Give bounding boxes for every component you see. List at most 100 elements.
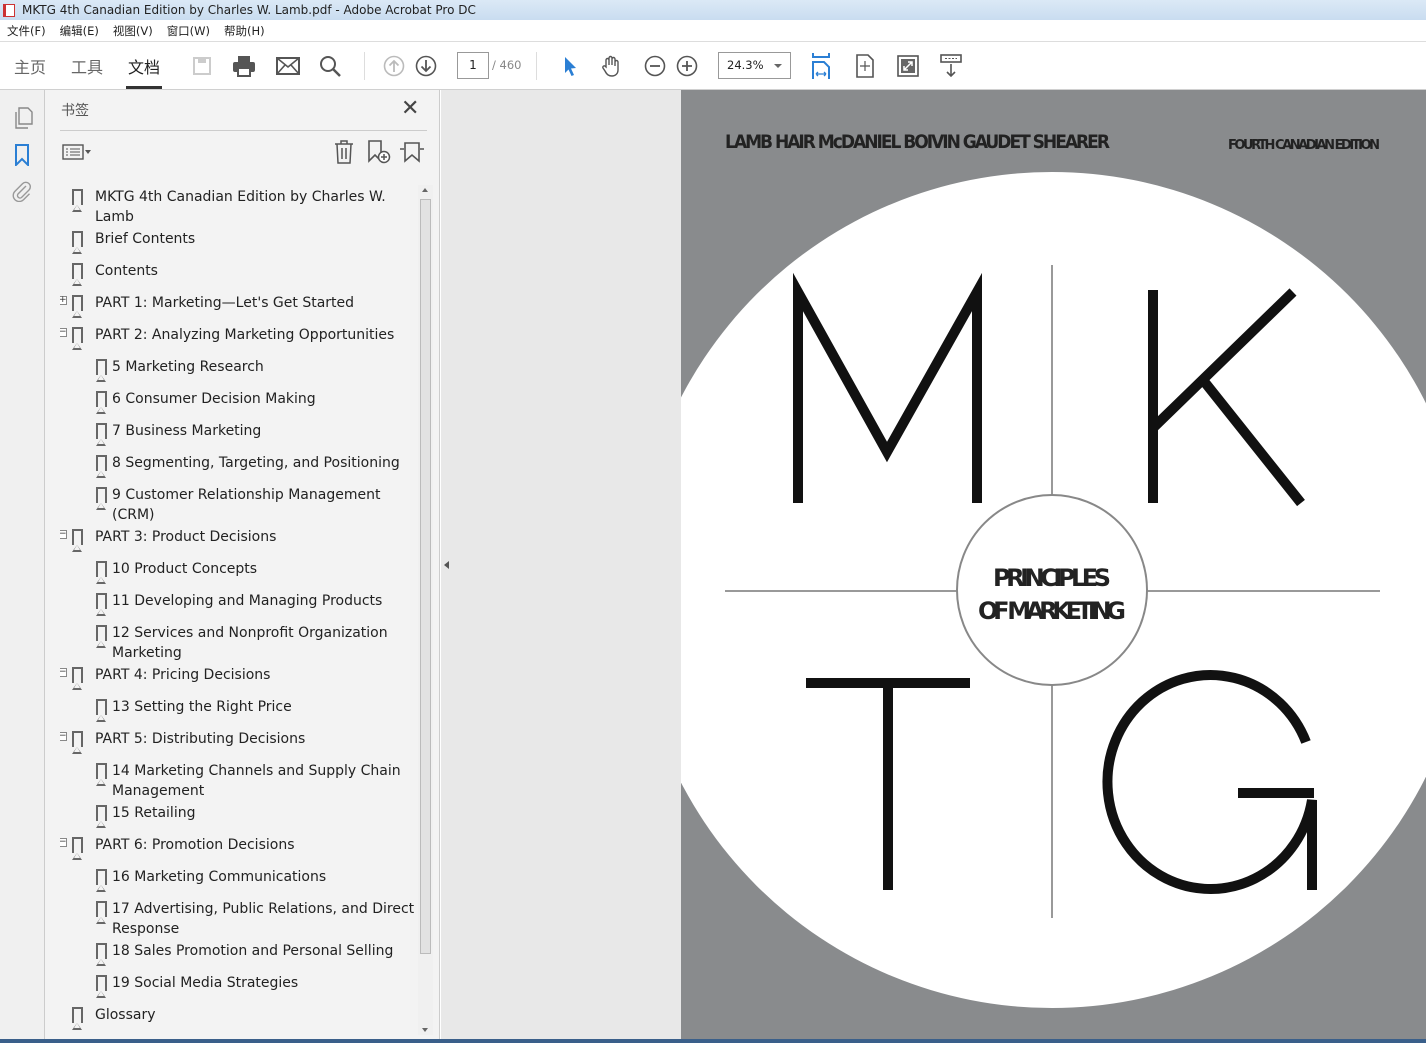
bookmark-item[interactable]: 19 Social Media Strategies — [60, 971, 418, 1003]
save-icon[interactable] — [188, 42, 216, 90]
bookmark-item[interactable]: − PART 2: Analyzing Marketing Opportuniti… — [60, 323, 418, 355]
bookmark-item[interactable]: 9 Customer Relationship Management (CRM) — [60, 483, 418, 525]
expand-icon[interactable]: + — [60, 296, 67, 305]
bookmark-item[interactable]: 6 Consumer Decision Making — [60, 387, 418, 419]
select-tool-icon[interactable] — [558, 42, 582, 90]
menu-help[interactable]: 帮助(H) — [224, 20, 265, 41]
menu-view[interactable]: 视图(V) — [113, 20, 153, 41]
cover-edition: FOURTH CANADIAN EDITION — [1228, 138, 1380, 153]
bookmark-item[interactable]: 12 Services and Nonprofit Organization M… — [60, 621, 418, 663]
bookmark-item[interactable]: MKTG 4th Canadian Edition by Charles W. … — [60, 185, 418, 227]
bookmark-item[interactable]: 5 Marketing Research — [60, 355, 418, 387]
bookmark-icon — [96, 869, 107, 892]
bookmark-item[interactable]: − PART 5: Distributing Decisions — [60, 727, 418, 759]
tab-tools[interactable]: 工具 — [69, 42, 105, 90]
bookmark-item[interactable]: 13 Setting the Right Price — [60, 695, 418, 727]
bookmark-icon — [96, 625, 107, 648]
bookmarks-icon[interactable] — [14, 144, 30, 169]
bookmark-item[interactable]: 16 Marketing Communications — [60, 865, 418, 897]
bookmark-icon — [72, 667, 83, 690]
bookmark-label: PART 4: Pricing Decisions — [95, 667, 271, 683]
bookmark-label: 11 Developing and Managing Products — [112, 593, 383, 609]
bookmark-list: MKTG 4th Canadian Edition by Charles W. … — [60, 185, 418, 1035]
collapse-icon[interactable]: − — [60, 668, 67, 677]
toolbar: 主页 工具 文档 1 / 460 24.3% — [0, 42, 1426, 90]
cover-subtitle-2: OF MARKETING — [978, 597, 1126, 625]
hand-tool-icon[interactable] — [598, 42, 626, 90]
bookmark-label: 6 Consumer Decision Making — [112, 391, 316, 407]
bookmark-icon — [72, 231, 83, 254]
bookmark-icon — [96, 805, 107, 828]
previous-page-icon[interactable] — [381, 42, 407, 90]
zoom-out-icon[interactable] — [642, 42, 668, 90]
tab-document[interactable]: 文档 — [126, 42, 162, 89]
collapse-icon[interactable]: − — [60, 328, 67, 337]
email-icon[interactable] — [274, 42, 302, 90]
search-icon[interactable] — [316, 42, 344, 90]
expand-bookmark-icon[interactable] — [399, 140, 425, 167]
bookmark-scrollbar[interactable] — [418, 185, 433, 1035]
cover-subtitle-1: PRINCIPLES — [993, 564, 1111, 592]
bookmark-item[interactable]: 11 Developing and Managing Products — [60, 589, 418, 621]
bookmark-item[interactable]: Glossary — [60, 1003, 418, 1035]
collapse-icon[interactable]: − — [60, 838, 67, 847]
menu-file[interactable]: 文件(F) — [7, 20, 46, 41]
bookmark-item[interactable]: 8 Segmenting, Targeting, and Positioning — [60, 451, 418, 483]
bookmark-label: 16 Marketing Communications — [112, 869, 327, 885]
bookmark-item[interactable]: − PART 4: Pricing Decisions — [60, 663, 418, 695]
bookmark-icon — [96, 763, 107, 786]
zoom-in-icon[interactable] — [674, 42, 700, 90]
collapse-pane-icon[interactable] — [444, 561, 449, 569]
bookmark-label: 17 Advertising, Public Relations, and Di… — [112, 901, 415, 937]
page-number-input[interactable]: 1 — [457, 52, 489, 79]
bookmark-icon — [96, 391, 107, 414]
bookmark-label: PART 2: Analyzing Marketing Opportunitie… — [95, 327, 395, 343]
bookmark-icon — [96, 423, 107, 446]
attachments-icon[interactable] — [12, 180, 32, 205]
fit-width-icon[interactable] — [808, 42, 834, 90]
bookmark-label: 9 Customer Relationship Management (CRM) — [112, 487, 381, 523]
bookmark-item[interactable]: 14 Marketing Channels and Supply Chain M… — [60, 759, 418, 801]
menu-edit[interactable]: 编辑(E) — [60, 20, 99, 41]
bookmark-label: Brief Contents — [95, 231, 196, 247]
bookmark-label: 15 Retailing — [112, 805, 196, 821]
full-screen-icon[interactable] — [895, 42, 921, 90]
pdf-icon — [3, 4, 15, 17]
zoom-select[interactable]: 24.3% — [718, 52, 791, 79]
menu-window[interactable]: 窗口(W) — [167, 20, 210, 41]
bookmark-item[interactable]: 18 Sales Promotion and Personal Selling — [60, 939, 418, 971]
bookmark-label: PART 3: Product Decisions — [95, 529, 277, 545]
fit-page-icon[interactable] — [852, 42, 878, 90]
bookmark-item[interactable]: + PART 1: Marketing—Let's Get Started — [60, 291, 418, 323]
bookmark-icon — [72, 529, 83, 552]
cover-art: LAMB HAIR McDANIEL BOIVIN GAUDET SHEARER… — [681, 131, 1426, 1008]
bookmark-item[interactable]: 10 Product Concepts — [60, 557, 418, 589]
next-page-icon[interactable] — [413, 42, 439, 90]
scrollbar-thumb[interactable] — [420, 199, 431, 954]
bookmark-icon — [96, 975, 107, 998]
new-bookmark-icon[interactable] — [367, 140, 391, 167]
bookmark-icon — [96, 699, 107, 722]
zoom-value: 24.3% — [727, 58, 764, 72]
close-icon[interactable]: ✕ — [401, 98, 419, 120]
print-icon[interactable] — [230, 42, 258, 90]
bookmark-item[interactable]: 17 Advertising, Public Relations, and Di… — [60, 897, 418, 939]
bookmark-icon — [72, 1007, 83, 1030]
scroll-mode-icon[interactable] — [938, 42, 964, 90]
bookmark-label: PART 6: Promotion Decisions — [95, 837, 295, 853]
bookmark-item[interactable]: Brief Contents — [60, 227, 418, 259]
bookmark-item[interactable]: 7 Business Marketing — [60, 419, 418, 451]
collapse-icon[interactable]: − — [60, 530, 67, 539]
panel-title: 书签 — [61, 103, 89, 119]
page-thumbnails-icon[interactable] — [13, 107, 33, 132]
collapse-icon[interactable]: − — [60, 732, 67, 741]
options-menu-icon[interactable] — [62, 143, 94, 164]
bookmark-item[interactable]: − PART 6: Promotion Decisions — [60, 833, 418, 865]
bookmark-item[interactable]: Contents — [60, 259, 418, 291]
bookmark-icon — [72, 327, 83, 350]
bookmark-item[interactable]: − PART 3: Product Decisions — [60, 525, 418, 557]
bookmark-item[interactable]: 15 Retailing — [60, 801, 418, 833]
delete-icon[interactable] — [334, 140, 354, 167]
tab-home[interactable]: 主页 — [12, 42, 48, 90]
bookmark-icon — [72, 731, 83, 754]
